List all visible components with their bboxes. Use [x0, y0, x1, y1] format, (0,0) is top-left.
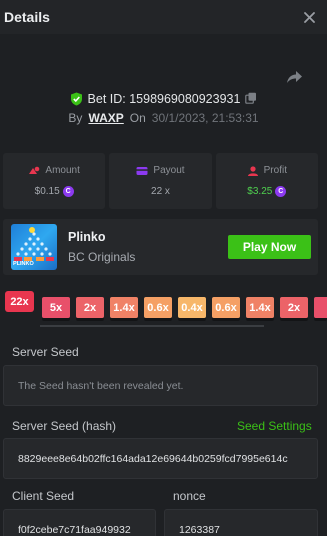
stat-amount: Amount $0.15 C [3, 153, 106, 209]
on-label: On [129, 111, 146, 125]
client-seed-label: Client Seed [12, 489, 75, 503]
multiplier-slot: 1.4x [110, 297, 138, 321]
copy-icon [245, 92, 257, 104]
seed-settings-link[interactable]: Seed Settings [237, 419, 312, 433]
multiplier-slot: 2x [280, 297, 308, 321]
multiplier-track-divider [40, 325, 264, 327]
game-card: PLINKO Plinko BC Originals Play Now [3, 219, 318, 275]
close-button[interactable] [301, 9, 317, 25]
verified-shield-icon [70, 92, 82, 106]
multiplier-slot: 0.6x [212, 297, 240, 321]
stat-profit: Profit $3.25 C [215, 153, 318, 209]
bet-date: 30/1/2023, 21:53:31 [151, 111, 259, 125]
multiplier-slot-partial [314, 297, 327, 321]
payout-label: Payout [153, 165, 185, 176]
stat-payout: Payout 22 x [109, 153, 212, 209]
game-name: Plinko [68, 230, 106, 244]
by-label: By [68, 111, 83, 125]
page-title: Details [4, 9, 50, 25]
multiplier-slot: 2x [76, 297, 104, 321]
profit-icon [247, 165, 258, 176]
coins-icon [29, 166, 40, 174]
client-seed-field[interactable]: f0f2cebe7c71faa949932 [3, 509, 156, 536]
close-icon [303, 11, 315, 23]
share-icon [287, 71, 302, 83]
bettor-username-link[interactable]: WAXP [88, 111, 123, 125]
thumbnail-label: PLINKO [13, 261, 34, 267]
nonce-label: nonce [173, 489, 206, 503]
multiplier-slot: 0.6x [144, 297, 172, 321]
amount-label: Amount [45, 165, 80, 176]
bet-id: Bet ID: 1598969080923931 [87, 92, 241, 106]
wallet-icon [136, 166, 148, 175]
game-provider: BC Originals [68, 250, 136, 264]
plinko-thumbnail[interactable]: PLINKO [11, 224, 57, 270]
server-seed-hash-field[interactable]: 8829eee8e64b02ffc164ada12e69644b0259fcd7… [3, 438, 318, 479]
nonce-field[interactable]: 1263387 [164, 509, 318, 536]
profit-value: $3.25 [247, 186, 273, 197]
waxp-coin-icon: C [62, 186, 74, 197]
server-seed-hash-label: Server Seed (hash) [12, 419, 117, 433]
waxp-coin-icon: C [275, 186, 287, 197]
share-button[interactable] [283, 66, 305, 88]
multiplier-slot: 0.4x [178, 297, 206, 321]
multiplier-slot: 1.4x [246, 297, 274, 321]
details-header: Details [0, 0, 327, 34]
server-seed-field[interactable]: The Seed hasn't been revealed yet. [3, 365, 318, 406]
profit-label: Profit [263, 165, 287, 176]
multiplier-row: 22x 5x 2x 1.4x 0.6x 0.4x 0.6x 1.4x 2x [0, 289, 327, 329]
hit-multiplier: 22x [5, 291, 34, 312]
bet-id-row: Bet ID: 1598969080923931 [0, 90, 327, 108]
copy-bet-id-button[interactable] [245, 92, 257, 107]
play-now-button[interactable]: Play Now [228, 235, 311, 259]
server-seed-label: Server Seed [12, 345, 79, 359]
multiplier-slot: 5x [42, 297, 70, 321]
bet-stats: Amount $0.15 C Payout 22 x Profit $3.25 … [3, 153, 318, 209]
payout-value: 22 x [151, 186, 170, 197]
bet-meta-row: By WAXP On 30/1/2023, 21:53:31 [0, 110, 327, 126]
amount-value: $0.15 [34, 186, 60, 197]
